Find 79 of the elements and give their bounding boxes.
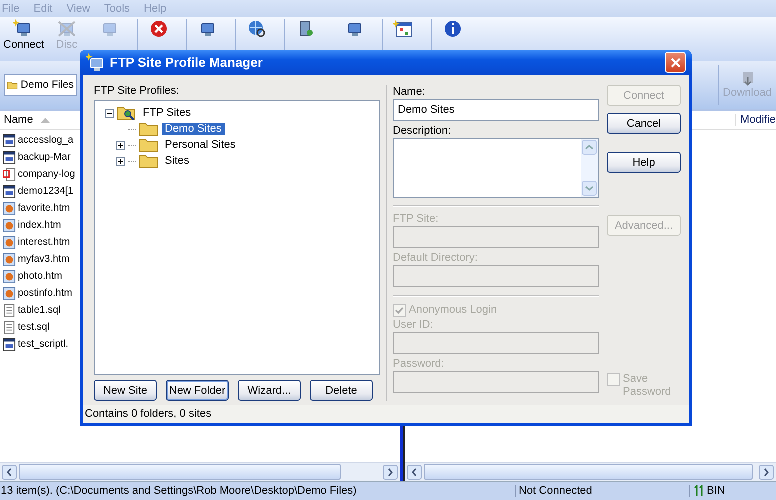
collapse-icon[interactable] <box>105 108 114 118</box>
file-name[interactable]: backup-Mar <box>18 152 71 163</box>
info-icon <box>442 19 464 39</box>
file-name[interactable]: index.htm <box>18 220 62 231</box>
expand-icon[interactable] <box>116 156 125 166</box>
folder-icon <box>139 153 159 170</box>
field-label: Password: <box>393 357 446 372</box>
tree-item[interactable]: Personal Sites <box>162 139 239 152</box>
dialog-button[interactable]: Cancel <box>607 113 681 134</box>
tree-item[interactable]: Sites <box>162 155 192 168</box>
web-page-icon <box>3 202 16 216</box>
text-area[interactable] <box>393 138 599 198</box>
window-file-icon <box>3 338 16 352</box>
field-label: User ID: <box>393 318 434 332</box>
tree-item[interactable]: Demo Sites <box>162 123 225 136</box>
scroll-right-icon[interactable] <box>383 464 398 480</box>
dialog-button[interactable]: New Folder <box>166 380 229 402</box>
transfer-mode: BIN <box>707 485 726 497</box>
binary-mode-icon <box>694 485 704 497</box>
file-name[interactable]: test_scriptl. <box>18 339 69 350</box>
web-page-icon <box>3 286 16 300</box>
window-file-icon <box>3 150 16 164</box>
field-label: Default Directory: <box>393 251 479 266</box>
sort-arrow-icon <box>41 117 50 123</box>
computer-icon <box>56 19 78 39</box>
web-page-icon <box>3 270 16 284</box>
dialog-button[interactable]: New Site <box>94 380 157 402</box>
dialog-button[interactable]: Wizard... <box>238 380 301 402</box>
web-page-icon <box>3 252 16 266</box>
field-label: FTP Site Profiles: <box>94 85 180 100</box>
scroll-left-icon[interactable] <box>2 464 17 480</box>
file-name[interactable]: company-log <box>18 169 76 180</box>
dialog-button[interactable]: Help <box>607 152 681 174</box>
web-page-icon <box>3 218 16 232</box>
file-name[interactable]: myfav3.htm <box>18 254 70 265</box>
scroll-right-icon[interactable] <box>759 464 774 480</box>
file-name[interactable]: accesslog_a <box>18 135 74 146</box>
field-label: Name: <box>393 85 426 100</box>
status-path: 13 item(s). (C:\Documents and Settings\Rob Moore\Desktop\Demo Files) <box>0 485 358 497</box>
close-icon <box>670 58 680 68</box>
globe-icon <box>246 19 268 39</box>
close-button[interactable] <box>665 52 686 74</box>
column-header[interactable]: Name <box>4 114 34 126</box>
toolbar-button[interactable]: Connect <box>2 19 45 53</box>
text-file-icon <box>3 304 16 318</box>
address-field[interactable]: Demo Files <box>4 74 77 96</box>
file-name[interactable]: test.sql <box>18 322 50 333</box>
file-name[interactable]: favorite.htm <box>18 203 70 214</box>
text-file-icon <box>3 320 16 334</box>
tree-item[interactable]: FTP Sites <box>140 107 194 120</box>
expand-icon[interactable] <box>116 140 125 150</box>
file-name[interactable]: interest.htm <box>18 237 70 248</box>
dialog-button[interactable]: Delete <box>310 380 373 402</box>
computer-icon <box>86 52 106 73</box>
folder-icon <box>139 137 159 154</box>
window-file-icon <box>3 184 16 198</box>
file-name[interactable]: photo.htm <box>18 271 62 282</box>
connection-status: Not Connected <box>515 485 689 497</box>
window-file-icon <box>3 134 16 148</box>
dialog-title: FTP Site Profile Manager <box>110 55 264 70</box>
input-field[interactable]: Demo Sites <box>393 99 599 122</box>
stop-icon <box>148 19 170 39</box>
calendar-icon <box>393 19 415 39</box>
column-header[interactable]: Modifie <box>734 114 776 126</box>
image-file-icon <box>3 168 16 182</box>
scroll-left-icon[interactable] <box>407 464 422 480</box>
dialog-status: Contains 0 folders, 0 sites <box>85 408 212 420</box>
horizontal-scrollbar[interactable] <box>0 462 400 481</box>
field-label: Description: <box>393 124 452 138</box>
horizontal-scrollbar[interactable] <box>405 462 776 481</box>
folder-icon <box>139 121 159 138</box>
checkbox-label: Anonymous Login <box>409 304 498 316</box>
checkbox-label: Save Password <box>623 373 672 400</box>
file-name[interactable]: postinfo.htm <box>18 288 72 299</box>
file-name[interactable]: demo1234[1 <box>18 186 74 197</box>
file-name[interactable]: table1.sql <box>18 305 61 316</box>
folder-search-icon <box>117 105 137 122</box>
web-page-icon <box>3 236 16 250</box>
field-label: FTP Site: <box>393 212 440 226</box>
